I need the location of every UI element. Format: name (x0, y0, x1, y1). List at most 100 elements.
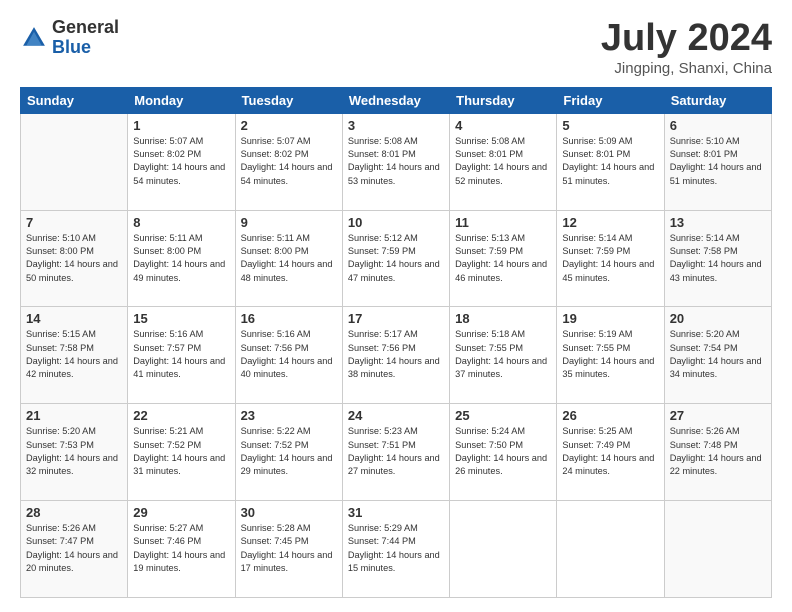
calendar-week-row: 28Sunrise: 5:26 AM Sunset: 7:47 PM Dayli… (21, 501, 772, 598)
day-info: Sunrise: 5:28 AM Sunset: 7:45 PM Dayligh… (241, 522, 337, 575)
day-info: Sunrise: 5:11 AM Sunset: 8:00 PM Dayligh… (241, 232, 337, 285)
day-info: Sunrise: 5:10 AM Sunset: 8:00 PM Dayligh… (26, 232, 122, 285)
day-info: Sunrise: 5:07 AM Sunset: 8:02 PM Dayligh… (241, 135, 337, 188)
day-number: 11 (455, 215, 551, 230)
title-month: July 2024 (601, 18, 772, 60)
calendar-header-row: SundayMondayTuesdayWednesdayThursdayFrid… (21, 87, 772, 113)
day-number: 1 (133, 118, 229, 133)
calendar-cell: 25 Sunrise: 5:24 AM Sunset: 7:50 PM Dayli… (450, 404, 557, 501)
calendar-cell: 17 Sunrise: 5:17 AM Sunset: 7:56 PM Dayli… (342, 307, 449, 404)
calendar-week-row: 7 Sunrise: 5:10 AM Sunset: 8:00 PM Daylig… (21, 210, 772, 307)
calendar-cell: 2 Sunrise: 5:07 AM Sunset: 8:02 PM Daylig… (235, 113, 342, 210)
day-number: 4 (455, 118, 551, 133)
calendar-header-wednesday: Wednesday (342, 87, 449, 113)
calendar-cell: 23 Sunrise: 5:22 AM Sunset: 7:52 PM Dayli… (235, 404, 342, 501)
calendar-cell: 9Sunrise: 5:11 AM Sunset: 8:00 PM Daylig… (235, 210, 342, 307)
day-number: 12 (562, 215, 658, 230)
calendar-header-tuesday: Tuesday (235, 87, 342, 113)
calendar-table: SundayMondayTuesdayWednesdayThursdayFrid… (20, 87, 772, 598)
day-number: 18 (455, 311, 551, 326)
title-location: Jingping, Shanxi, China (601, 60, 772, 77)
calendar-cell: 3Sunrise: 5:08 AM Sunset: 8:01 PM Daylig… (342, 113, 449, 210)
day-number: 19 (562, 311, 658, 326)
calendar-cell: 24Sunrise: 5:23 AM Sunset: 7:51 PM Dayli… (342, 404, 449, 501)
calendar-header-thursday: Thursday (450, 87, 557, 113)
calendar-cell (557, 501, 664, 598)
calendar-cell: 11 Sunrise: 5:13 AM Sunset: 7:59 PM Dayli… (450, 210, 557, 307)
calendar-cell: 16 Sunrise: 5:16 AM Sunset: 7:56 PM Dayli… (235, 307, 342, 404)
day-number: 31 (348, 505, 444, 520)
day-number: 17 (348, 311, 444, 326)
calendar-cell: 13Sunrise: 5:14 AM Sunset: 7:58 PM Dayli… (664, 210, 771, 307)
day-number: 27 (670, 408, 766, 423)
logo: General Blue (20, 18, 119, 58)
day-number: 30 (241, 505, 337, 520)
calendar-cell: 30 Sunrise: 5:28 AM Sunset: 7:45 PM Dayli… (235, 501, 342, 598)
calendar-cell: 18 Sunrise: 5:18 AM Sunset: 7:55 PM Dayli… (450, 307, 557, 404)
calendar-cell: 27 Sunrise: 5:26 AM Sunset: 7:48 PM Dayli… (664, 404, 771, 501)
day-info: Sunrise: 5:09 AM Sunset: 8:01 PM Dayligh… (562, 135, 658, 188)
day-number: 2 (241, 118, 337, 133)
day-info: Sunrise: 5:15 AM Sunset: 7:58 PM Dayligh… (26, 328, 122, 381)
day-info: Sunrise: 5:25 AM Sunset: 7:49 PM Dayligh… (562, 425, 658, 478)
day-info: Sunrise: 5:08 AM Sunset: 8:01 PM Dayligh… (455, 135, 551, 188)
title-block: July 2024 Jingping, Shanxi, China (601, 18, 772, 77)
calendar-cell: 14 Sunrise: 5:15 AM Sunset: 7:58 PM Dayli… (21, 307, 128, 404)
day-info: Sunrise: 5:14 AM Sunset: 7:58 PM Dayligh… (670, 232, 766, 285)
day-number: 23 (241, 408, 337, 423)
day-info: Sunrise: 5:11 AM Sunset: 8:00 PM Dayligh… (133, 232, 229, 285)
day-number: 7 (26, 215, 122, 230)
header: General Blue July 2024 Jingping, Shanxi,… (20, 18, 772, 77)
day-info: Sunrise: 5:24 AM Sunset: 7:50 PM Dayligh… (455, 425, 551, 478)
day-number: 6 (670, 118, 766, 133)
day-info: Sunrise: 5:20 AM Sunset: 7:54 PM Dayligh… (670, 328, 766, 381)
calendar-header-saturday: Saturday (664, 87, 771, 113)
calendar-cell: 22 Sunrise: 5:21 AM Sunset: 7:52 PM Dayli… (128, 404, 235, 501)
calendar-cell: 31 Sunrise: 5:29 AM Sunset: 7:44 PM Dayli… (342, 501, 449, 598)
day-number: 16 (241, 311, 337, 326)
day-number: 14 (26, 311, 122, 326)
calendar-cell: 21 Sunrise: 5:20 AM Sunset: 7:53 PM Dayli… (21, 404, 128, 501)
calendar-cell: 29Sunrise: 5:27 AM Sunset: 7:46 PM Dayli… (128, 501, 235, 598)
day-info: Sunrise: 5:13 AM Sunset: 7:59 PM Dayligh… (455, 232, 551, 285)
day-info: Sunrise: 5:22 AM Sunset: 7:52 PM Dayligh… (241, 425, 337, 478)
day-info: Sunrise: 5:08 AM Sunset: 8:01 PM Dayligh… (348, 135, 444, 188)
calendar-cell: 1 Sunrise: 5:07 AM Sunset: 8:02 PM Daylig… (128, 113, 235, 210)
day-info: Sunrise: 5:07 AM Sunset: 8:02 PM Dayligh… (133, 135, 229, 188)
calendar-header-sunday: Sunday (21, 87, 128, 113)
day-info: Sunrise: 5:29 AM Sunset: 7:44 PM Dayligh… (348, 522, 444, 575)
logo-general: General (52, 18, 119, 38)
calendar-cell (450, 501, 557, 598)
day-info: Sunrise: 5:18 AM Sunset: 7:55 PM Dayligh… (455, 328, 551, 381)
calendar-cell: 8Sunrise: 5:11 AM Sunset: 8:00 PM Daylig… (128, 210, 235, 307)
calendar-cell: 20 Sunrise: 5:20 AM Sunset: 7:54 PM Dayli… (664, 307, 771, 404)
calendar-cell: 19 Sunrise: 5:19 AM Sunset: 7:55 PM Dayli… (557, 307, 664, 404)
day-number: 10 (348, 215, 444, 230)
calendar-header-friday: Friday (557, 87, 664, 113)
day-info: Sunrise: 5:26 AM Sunset: 7:48 PM Dayligh… (670, 425, 766, 478)
calendar-cell: 28Sunrise: 5:26 AM Sunset: 7:47 PM Dayli… (21, 501, 128, 598)
day-number: 25 (455, 408, 551, 423)
logo-text: General Blue (52, 18, 119, 58)
day-info: Sunrise: 5:17 AM Sunset: 7:56 PM Dayligh… (348, 328, 444, 381)
day-info: Sunrise: 5:16 AM Sunset: 7:56 PM Dayligh… (241, 328, 337, 381)
calendar-week-row: 14 Sunrise: 5:15 AM Sunset: 7:58 PM Dayli… (21, 307, 772, 404)
day-info: Sunrise: 5:26 AM Sunset: 7:47 PM Dayligh… (26, 522, 122, 575)
day-info: Sunrise: 5:20 AM Sunset: 7:53 PM Dayligh… (26, 425, 122, 478)
calendar-header-monday: Monday (128, 87, 235, 113)
day-number: 21 (26, 408, 122, 423)
logo-blue: Blue (52, 38, 119, 58)
day-info: Sunrise: 5:21 AM Sunset: 7:52 PM Dayligh… (133, 425, 229, 478)
calendar-cell: 6 Sunrise: 5:10 AM Sunset: 8:01 PM Daylig… (664, 113, 771, 210)
day-number: 22 (133, 408, 229, 423)
day-info: Sunrise: 5:12 AM Sunset: 7:59 PM Dayligh… (348, 232, 444, 285)
calendar-cell: 15Sunrise: 5:16 AM Sunset: 7:57 PM Dayli… (128, 307, 235, 404)
calendar-week-row: 1 Sunrise: 5:07 AM Sunset: 8:02 PM Daylig… (21, 113, 772, 210)
day-info: Sunrise: 5:19 AM Sunset: 7:55 PM Dayligh… (562, 328, 658, 381)
day-number: 29 (133, 505, 229, 520)
day-number: 20 (670, 311, 766, 326)
logo-icon (20, 24, 48, 52)
day-info: Sunrise: 5:10 AM Sunset: 8:01 PM Dayligh… (670, 135, 766, 188)
calendar-cell: 4 Sunrise: 5:08 AM Sunset: 8:01 PM Daylig… (450, 113, 557, 210)
calendar-cell: 5Sunrise: 5:09 AM Sunset: 8:01 PM Daylig… (557, 113, 664, 210)
